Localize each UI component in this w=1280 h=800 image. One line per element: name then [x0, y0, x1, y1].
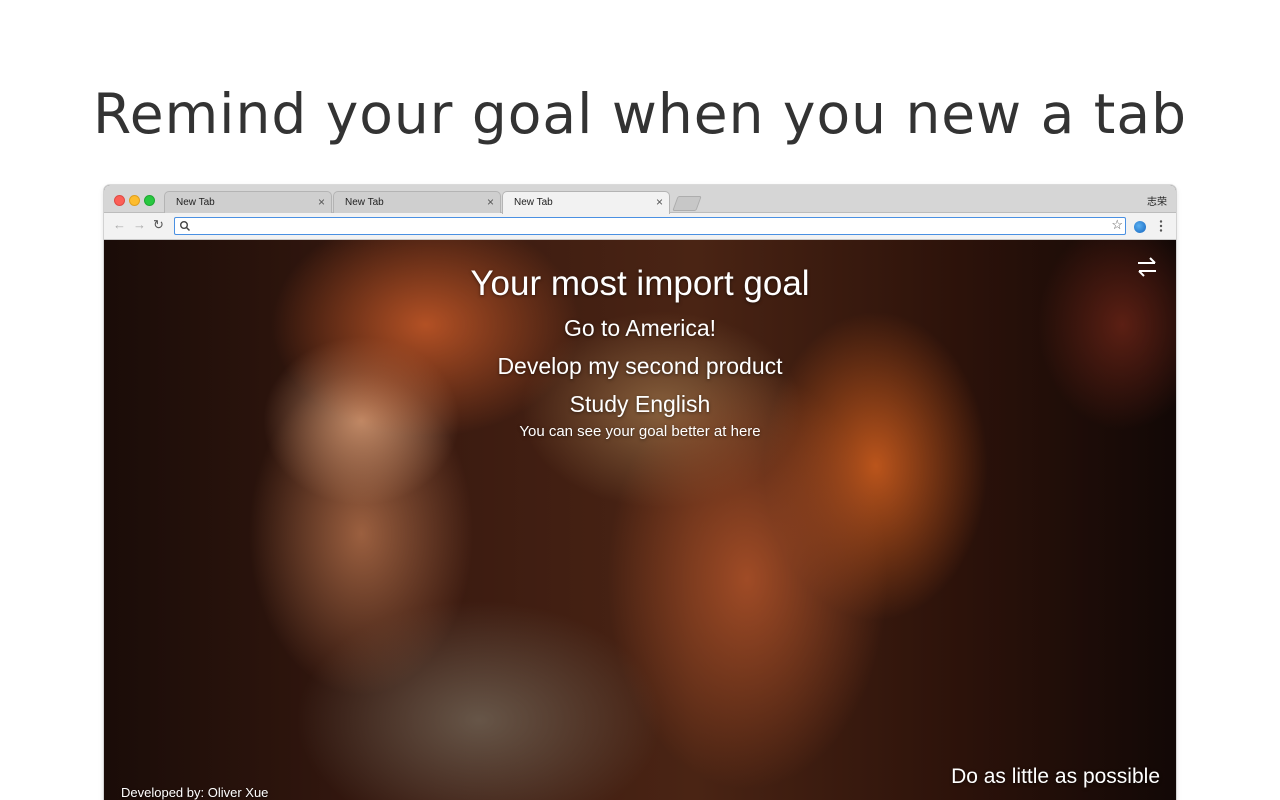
forward-arrow-icon[interactable]: →: [133, 218, 146, 232]
tab-label: New Tab: [514, 197, 553, 208]
tab-2[interactable]: New Tab ×: [333, 191, 501, 213]
profile-name[interactable]: 志荣: [1147, 193, 1167, 208]
goal-list: Go to America! Develop my second product…: [104, 313, 1176, 427]
tab-1[interactable]: New Tab ×: [164, 191, 332, 213]
minimize-window-button[interactable]: [129, 195, 140, 206]
extension-icon[interactable]: [1134, 221, 1146, 233]
motto-text: Do as little as possible: [951, 765, 1160, 788]
tab-label: New Tab: [345, 197, 384, 208]
address-input[interactable]: [195, 219, 1095, 233]
menu-dots-icon[interactable]: [1156, 219, 1166, 233]
goal-item[interactable]: Study English: [104, 389, 1176, 427]
back-arrow-icon[interactable]: ←: [113, 218, 126, 232]
address-bar[interactable]: ☆: [174, 217, 1126, 235]
maximize-window-button[interactable]: [144, 195, 155, 206]
bookmark-star-icon[interactable]: ☆: [1111, 217, 1123, 233]
goal-hint: You can see your goal better at here: [519, 423, 761, 440]
developer-credit: Developed by: Oliver Xue: [121, 785, 269, 800]
promo-page: Remind your goal when you new a tab New …: [0, 0, 1280, 800]
tab-label: New Tab: [176, 197, 215, 208]
reload-icon[interactable]: ↻: [153, 218, 164, 232]
browser-window: New Tab × New Tab × New Tab × 志荣 ← → ↻ ☆…: [104, 185, 1176, 800]
tab-3-active[interactable]: New Tab ×: [502, 191, 670, 214]
tab-close-icon[interactable]: ×: [318, 195, 325, 209]
goal-heading: Your most import goal: [470, 264, 810, 303]
tab-close-icon[interactable]: ×: [656, 195, 663, 209]
new-tab-button[interactable]: [672, 196, 702, 211]
goal-item[interactable]: Go to America!: [104, 313, 1176, 351]
close-window-button[interactable]: [114, 195, 125, 206]
tab-close-icon[interactable]: ×: [487, 195, 494, 209]
tab-strip: New Tab × New Tab × New Tab × 志荣: [104, 185, 1176, 214]
headline: Remind your goal when you new a tab: [93, 82, 1187, 146]
browser-toolbar: ← → ↻ ☆: [104, 213, 1176, 240]
goal-item[interactable]: Develop my second product: [104, 351, 1176, 389]
search-icon: [180, 221, 191, 232]
new-tab-content: Your most import goal Go to America! Dev…: [104, 240, 1176, 800]
